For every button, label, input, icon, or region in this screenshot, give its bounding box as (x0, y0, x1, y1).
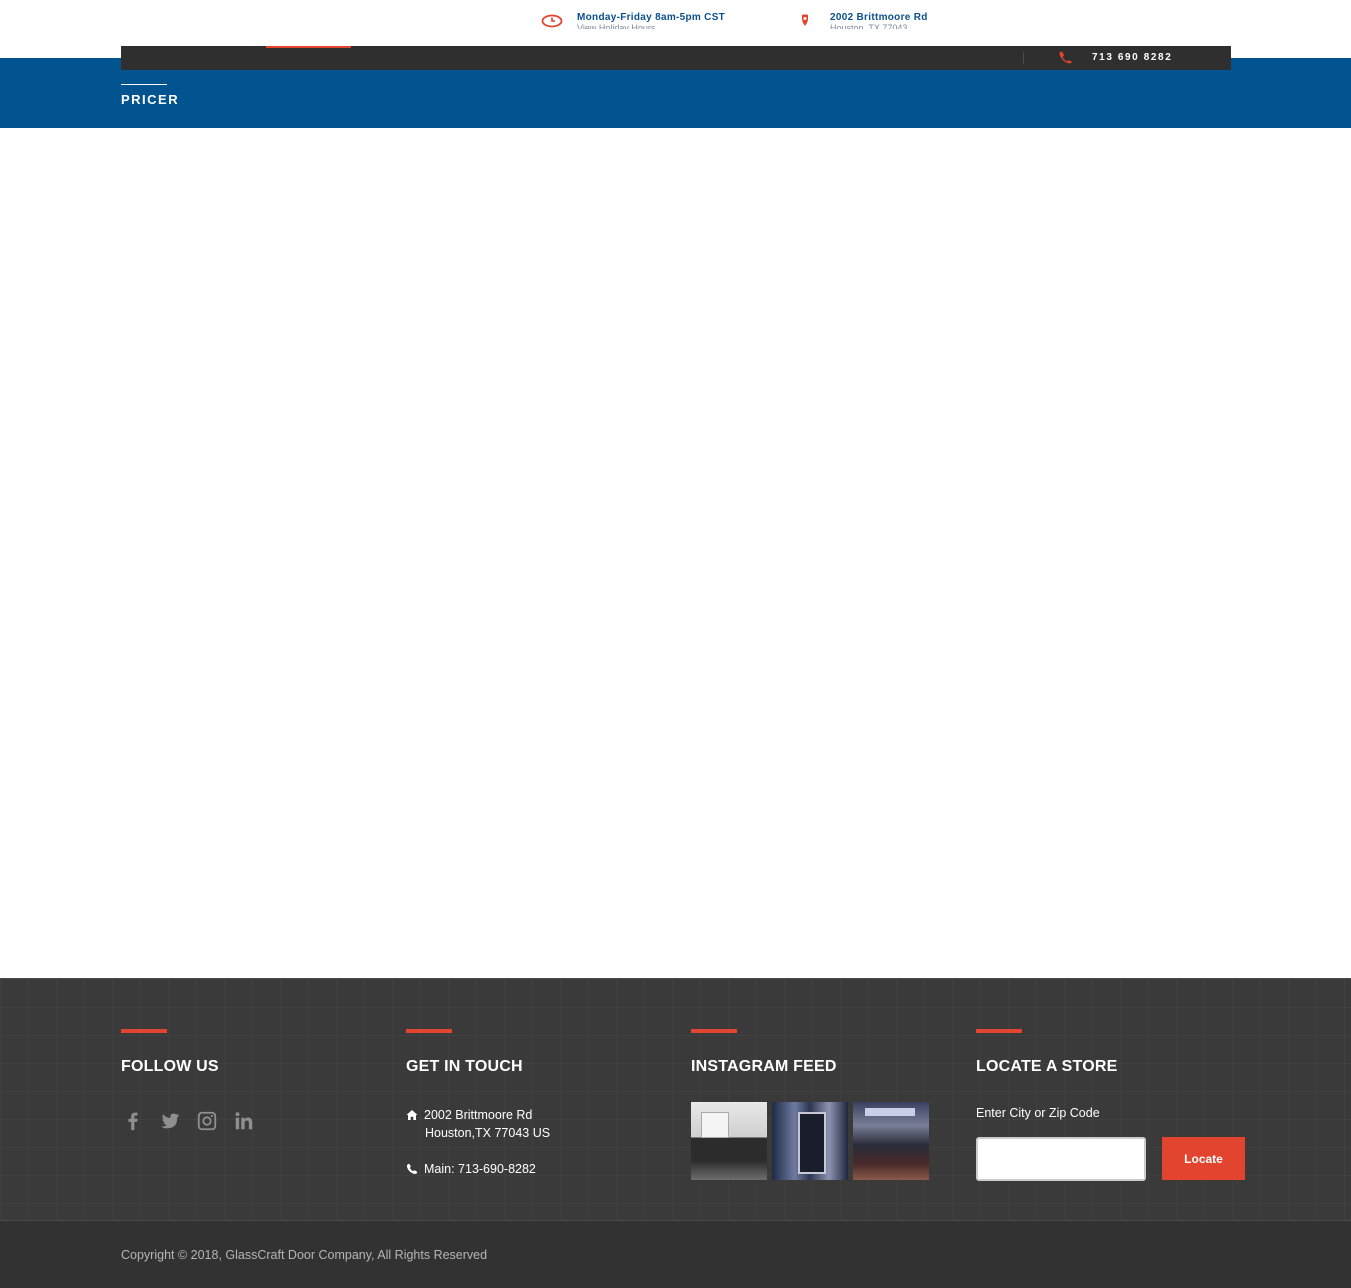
main-nav: 713 690 8282 (121, 46, 1231, 70)
locate-form: Locate (976, 1137, 1245, 1181)
locate-label: Enter City or Zip Code (976, 1106, 1100, 1120)
locate-store-heading: LOCATE A STORE (976, 1058, 1118, 1075)
footer: FOLLOW US GET IN TOUCH 2002 Brittmoore R… (0, 978, 1351, 1220)
instagram-icon[interactable] (195, 1109, 219, 1133)
nav-active-indicator (266, 46, 351, 48)
city-zip-input[interactable] (976, 1137, 1146, 1181)
footer-instagram-feed: INSTAGRAM FEED (691, 1029, 934, 1180)
instagram-photo[interactable] (772, 1102, 848, 1180)
heading-accent-bar (691, 1029, 737, 1033)
instagram-photo[interactable] (853, 1102, 929, 1180)
holiday-hours-link[interactable]: View Holiday Hours (577, 24, 725, 29)
clock-icon (541, 14, 563, 28)
phone-icon (406, 1163, 418, 1175)
instagram-feed-heading: INSTAGRAM FEED (691, 1058, 837, 1075)
page-title: PRICER (121, 92, 180, 107)
top-info-bar: Monday-Friday 8am-5pm CST View Holiday H… (0, 0, 1351, 46)
facebook-icon[interactable] (121, 1109, 145, 1133)
title-accent-line (121, 84, 167, 85)
business-hours: Monday-Friday 8am-5pm CST View Holiday H… (541, 12, 725, 29)
heading-accent-bar (406, 1029, 452, 1033)
instagram-grid (691, 1102, 934, 1180)
footer-get-in-touch: GET IN TOUCH 2002 Brittmoore Rd Houston,… (406, 1029, 550, 1178)
social-links (121, 1109, 269, 1133)
phone-row: Main: 713-690-8282 (406, 1160, 550, 1178)
address-text: 2002 Brittmoore Rd (830, 12, 928, 23)
follow-us-heading: FOLLOW US (121, 1058, 219, 1075)
nav-phone-number[interactable]: 713 690 8282 (1092, 52, 1172, 63)
footer-follow-us: FOLLOW US (121, 1029, 269, 1133)
footer-locate-store: LOCATE A STORE Enter City or Zip Code Lo… (976, 1029, 1245, 1181)
address-row: 2002 Brittmoore Rd (406, 1106, 550, 1124)
footer-address-line2: Houston,TX 77043 US (425, 1126, 551, 1140)
store-address: 2002 Brittmoore Rd Houston, TX 77043 (794, 12, 928, 29)
copyright-bar: Copyright © 2018, GlassCraft Door Compan… (0, 1220, 1351, 1288)
locate-button[interactable]: Locate (1162, 1137, 1245, 1180)
nav-phone[interactable]: 713 690 8282 (1057, 50, 1172, 64)
get-in-touch-heading: GET IN TOUCH (406, 1058, 523, 1075)
home-icon (406, 1110, 418, 1120)
copyright-text: Copyright © 2018, GlassCraft Door Compan… (121, 1248, 488, 1262)
nav-divider (1023, 52, 1024, 64)
contact-info: 2002 Brittmoore Rd Houston,TX 77043 US M… (406, 1106, 550, 1178)
footer-address-line1: 2002 Brittmoore Rd (424, 1108, 533, 1122)
hours-text: Monday-Friday 8am-5pm CST (577, 12, 726, 23)
city-text: Houston, TX 77043 (830, 24, 908, 29)
location-pin-icon (802, 14, 808, 26)
instagram-photo[interactable] (691, 1102, 767, 1180)
heading-accent-bar (121, 1029, 167, 1033)
linkedin-icon[interactable] (232, 1109, 256, 1133)
twitter-icon[interactable] (158, 1109, 182, 1133)
footer-phone[interactable]: Main: 713-690-8282 (424, 1160, 536, 1178)
heading-accent-bar (976, 1029, 1022, 1033)
phone-icon (1059, 51, 1072, 64)
